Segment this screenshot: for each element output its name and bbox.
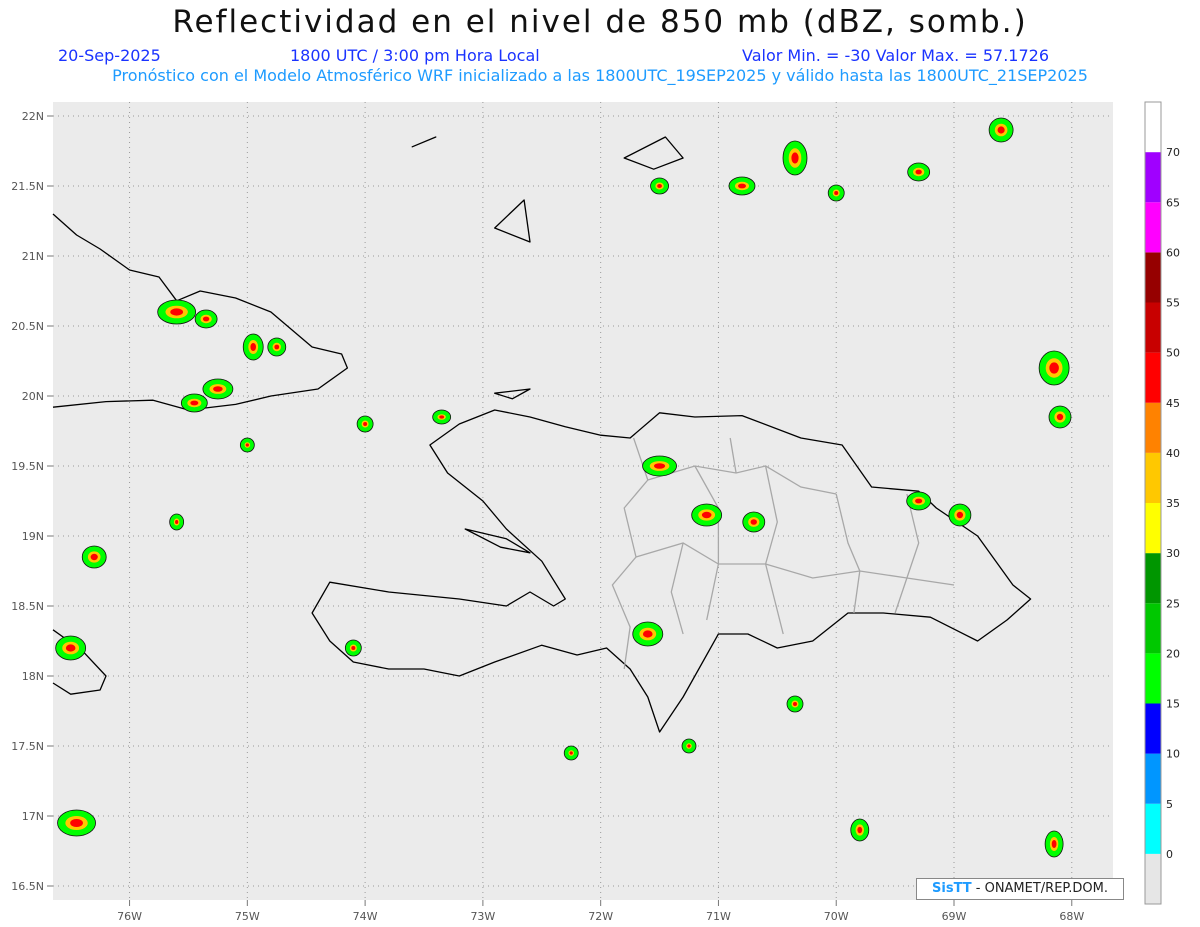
colorbar-segment (1145, 753, 1161, 804)
cell-core (642, 630, 653, 638)
valid-time: 1800 UTC / 3:00 pm Hora Local (290, 46, 540, 65)
cell-core (857, 826, 863, 834)
lat-tick-label: 17.5N (11, 740, 44, 753)
colorbar-label: 65 (1166, 196, 1180, 209)
colorbar-label: 55 (1166, 297, 1180, 310)
cell-core (653, 463, 666, 469)
cell-core (738, 183, 746, 189)
colorbar-segment (1145, 152, 1161, 203)
colorbar-segment (1145, 503, 1161, 554)
cell-core (915, 498, 923, 504)
cell-core (791, 152, 799, 164)
lon-tick-label: 69W (942, 910, 967, 923)
colorbar-label: 15 (1166, 698, 1180, 711)
colorbar-label: 45 (1166, 397, 1180, 410)
colorbar-segment (1145, 803, 1161, 854)
lat-tick-label: 21.5N (11, 180, 44, 193)
lat-tick-label: 16.5N (11, 880, 44, 893)
colorbar-segment (1145, 703, 1161, 754)
cell-core (190, 400, 199, 406)
colorbar-label: 20 (1166, 647, 1180, 660)
colorbar-label: 30 (1166, 547, 1180, 560)
lat-tick-label: 20.5N (11, 320, 44, 333)
cell-core (1049, 362, 1059, 374)
cell-core (245, 443, 249, 447)
lon-tick-label: 76W (117, 910, 142, 923)
colorbar-segment (1145, 102, 1161, 153)
cell-core (997, 126, 1005, 134)
colorbar-label: 40 (1166, 447, 1180, 460)
cell-core (687, 744, 691, 748)
lat-tick-label: 17N (22, 810, 44, 823)
forecast-description: Pronóstico con el Modelo Atmosférico WRF… (112, 66, 1088, 85)
cell-core (439, 415, 445, 419)
cell-core (701, 511, 712, 519)
cell-core (175, 520, 179, 524)
lon-tick-label: 74W (353, 910, 378, 923)
lat-tick-label: 21N (22, 250, 44, 263)
lon-tick-label: 68W (1059, 910, 1084, 923)
cell-core (363, 422, 368, 426)
valid-date: 20-Sep-2025 (58, 46, 161, 65)
colorbar-segment (1145, 352, 1161, 403)
lon-tick-label: 70W (824, 910, 849, 923)
colorbar-segment (1145, 202, 1161, 253)
lat-tick-label: 22N (22, 110, 44, 123)
credit-box: SisTT - ONAMET/REP.DOM. (916, 878, 1124, 900)
cell-core (834, 191, 839, 195)
cell-core (170, 308, 184, 316)
colorbar-label: 35 (1166, 497, 1180, 510)
ocean-background (53, 102, 1113, 900)
cell-core (213, 386, 223, 392)
cell-core (1051, 840, 1057, 848)
credit-text: - ONAMET/REP.DOM. (971, 881, 1108, 896)
colorbar-segment (1145, 402, 1161, 453)
colorbar-label: 25 (1166, 597, 1180, 610)
lat-tick-label: 19.5N (11, 460, 44, 473)
lon-tick-label: 72W (588, 910, 613, 923)
lon-tick-label: 71W (706, 910, 731, 923)
cell-core (65, 644, 76, 652)
cell-core (70, 819, 83, 827)
cell-core (250, 343, 257, 351)
colorbar-segment (1145, 452, 1161, 503)
colorbar-label: 10 (1166, 748, 1180, 761)
colorbar-label: 60 (1166, 246, 1180, 259)
cell-core (569, 751, 573, 755)
colorbar-segment (1145, 553, 1161, 604)
cell-core (750, 519, 757, 525)
cell-core (274, 344, 280, 350)
colorbar-label: 5 (1166, 798, 1173, 811)
sistt-logo: SisTT (932, 881, 972, 896)
lat-tick-label: 18N (22, 670, 44, 683)
colorbar-label: 70 (1166, 146, 1180, 159)
lat-tick-label: 18.5N (11, 600, 44, 613)
colorbar-label: 0 (1166, 848, 1173, 861)
lat-tick-label: 20N (22, 390, 44, 403)
cell-core (793, 702, 797, 706)
map-frame (53, 102, 1113, 900)
cell-core (915, 169, 922, 175)
colorbar-segment (1145, 653, 1161, 704)
colorbar-label: 50 (1166, 347, 1180, 360)
color-scale: 0 5 10 15 20 25 30 35 40 45 50 55 60 65 70 (1144, 101, 1180, 905)
reflectivity-map[interactable]: 22N 21.5N 21N 20.5N 20N 19.5N 19N 18.5N 18N 17.5N… (0, 98, 1200, 927)
map-title: Reflectividad en el nivel de 850 mb (dBZ… (172, 4, 1028, 40)
min-max-values: Valor Min. = -30 Valor Max. = 57.1726 (742, 46, 1049, 65)
colorbar-segment (1145, 302, 1161, 353)
colorbar-segment (1145, 252, 1161, 303)
cell-core (351, 646, 356, 650)
colorbar-segment (1145, 603, 1161, 654)
colorbar-segment (1145, 853, 1161, 904)
cell-core (956, 511, 964, 519)
cell-core (90, 553, 98, 561)
lat-tick-label: 19N (22, 530, 44, 543)
lon-tick-label: 75W (235, 910, 260, 923)
cell-core (1056, 413, 1064, 421)
cell-core (202, 316, 210, 322)
lon-tick-label: 73W (470, 910, 495, 923)
cell-core (657, 184, 662, 188)
